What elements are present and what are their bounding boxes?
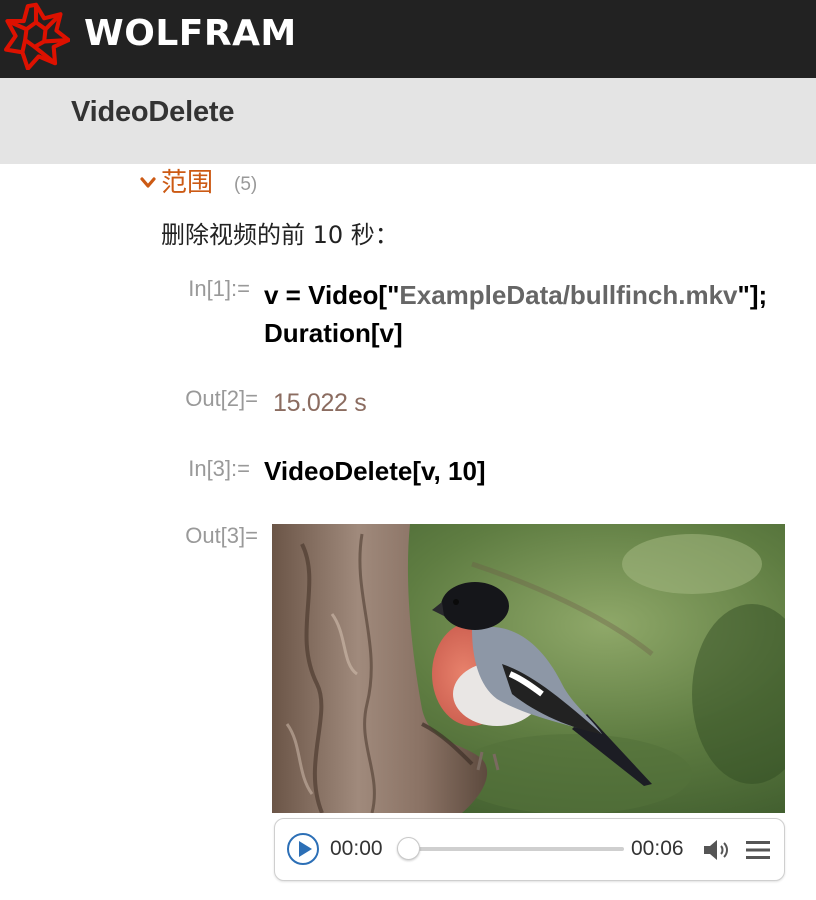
total-time: 00:06 bbox=[631, 837, 684, 860]
code-string: ExampleData/bullfinch.mkv bbox=[399, 280, 738, 310]
video-frame[interactable] bbox=[272, 524, 785, 813]
wolfram-spikey-icon[interactable] bbox=[2, 2, 70, 70]
video-player-controls: 00:00 00:06 bbox=[274, 818, 785, 881]
output-label: Out[3]= bbox=[185, 523, 258, 548]
code-text: "]; bbox=[737, 280, 768, 310]
volume-icon[interactable] bbox=[702, 838, 730, 862]
chevron-down-icon[interactable] bbox=[140, 176, 156, 190]
section-count: (5) bbox=[234, 174, 258, 195]
code-text: Duration[v] bbox=[264, 318, 403, 348]
example-description: 删除视频的前 10 秒： bbox=[161, 221, 399, 249]
page-title: VideoDelete bbox=[71, 96, 235, 128]
input-code[interactable]: VideoDelete[v, 10] bbox=[264, 452, 486, 490]
play-icon[interactable] bbox=[286, 832, 320, 866]
bullfinch-video-image bbox=[272, 524, 785, 813]
current-time: 00:00 bbox=[330, 837, 383, 860]
section-title[interactable]: 范围 bbox=[161, 165, 213, 201]
menu-icon[interactable] bbox=[745, 838, 771, 862]
progress-track[interactable] bbox=[408, 847, 624, 851]
header-bar: WOLFRAM bbox=[0, 0, 816, 78]
input-label: In[3]:= bbox=[188, 456, 250, 481]
output-value: 15.022 s bbox=[273, 389, 367, 417]
brand-name[interactable]: WOLFRAM bbox=[84, 12, 297, 56]
output-label: Out[2]= bbox=[185, 386, 258, 411]
code-text: v = Video[" bbox=[264, 280, 400, 310]
input-label: In[1]:= bbox=[188, 276, 250, 301]
input-code[interactable]: v = Video["ExampleData/bullfinch.mkv"]; … bbox=[264, 276, 767, 352]
progress-thumb[interactable] bbox=[396, 837, 420, 860]
